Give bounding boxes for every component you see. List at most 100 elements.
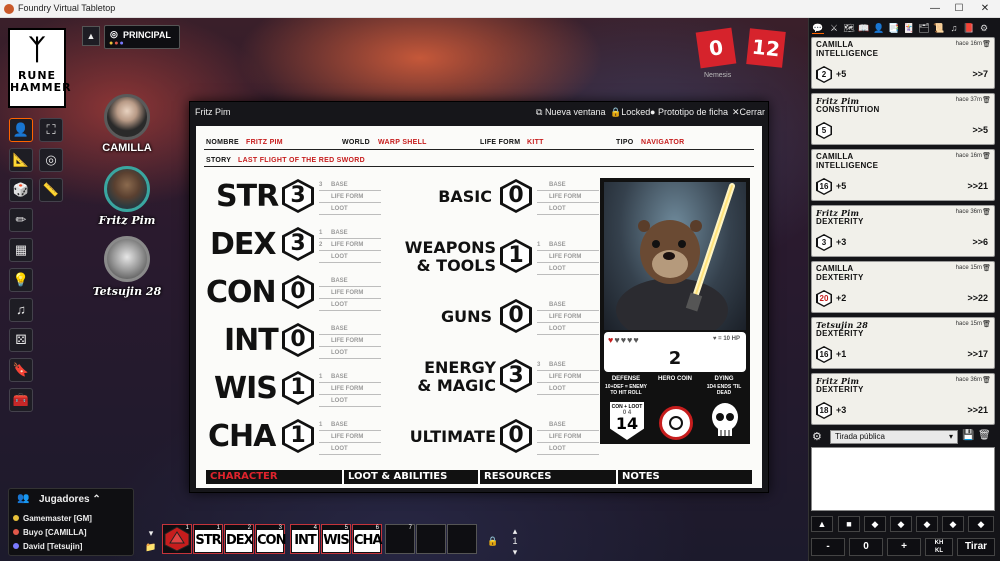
settings-tab-icon[interactable]: ⚙ [978,22,990,34]
d6-button[interactable]: ■ [838,516,860,532]
hotbar-page-down-icon[interactable]: ▾ [508,545,522,559]
basic-lifeform[interactable]: LIFE FORM [537,193,599,203]
tab-resources[interactable]: RESOURCES [478,470,616,484]
cha-loot[interactable]: LOOT [319,445,381,455]
basic-base[interactable]: BASE [537,181,599,191]
player-gamemaster[interactable]: Gamemaster [GM] [13,514,92,523]
counter-left[interactable]: 0 [695,27,737,69]
tab-loot-abilities[interactable]: LOOT & ABILITIES [342,470,478,484]
d10-button[interactable]: ◆ [890,516,912,532]
sounds-icon[interactable]: ♫ [9,298,33,322]
stat-value-wis[interactable]: 1 [282,371,314,405]
tipo-field[interactable]: NAVIGATOR [641,139,685,146]
stat-value-dex[interactable]: 3 [282,227,314,261]
guns-lifeform[interactable]: LIFE FORM [537,313,599,323]
stat-value-con[interactable]: 0 [282,275,314,309]
maximize-button[interactable]: ☐ [952,2,966,16]
player-buyo[interactable]: Buyo [CAMILLA] [13,528,87,537]
hp-value[interactable]: 2 [604,348,746,369]
dex-base[interactable]: 1 BASE [319,229,381,239]
items-tab-icon[interactable]: 📑 [888,22,900,34]
dex-lifeform[interactable]: 2 LIFE FORM [319,241,381,251]
chevron-up-icon[interactable]: ⌃ [92,494,100,505]
hotbar-slot-9[interactable] [416,524,446,554]
d20-button[interactable]: ◆ [942,516,964,532]
modifier-value[interactable]: 0 [849,538,883,556]
skill-value-basic[interactable]: 0 [500,179,532,213]
delete-message-icon[interactable]: 🗑 [982,320,991,328]
energy-base[interactable]: 3 BASE [537,361,599,371]
token-controls-icon[interactable]: 👤 [9,118,33,142]
guns-base[interactable]: BASE [537,301,599,311]
ruler-icon[interactable]: 📏 [39,178,63,202]
chat-message[interactable]: Tetsujin 28 hace 15m 🗑 DEXTERITY 16 +1 >… [811,317,995,369]
token-tetsujin-28[interactable] [104,236,150,282]
drawing-icon[interactable]: ✏ [9,208,33,232]
d12-button[interactable]: ◆ [916,516,938,532]
hotbar-collapse-icon[interactable]: ▾ [144,526,158,540]
wis-lifeform[interactable]: LIFE FORM [319,385,381,395]
delete-message-icon[interactable]: 🗑 [982,208,991,216]
int-lifeform[interactable]: LIFE FORM [319,337,381,347]
hotbar-slot-int[interactable]: 4 INT [290,524,320,554]
playlists-tab-icon[interactable]: 📜 [933,22,945,34]
delete-message-icon[interactable]: 🗑 [982,96,991,104]
token-fritz-pim[interactable] [104,166,150,212]
scene-nav-toggle[interactable]: ▲ [82,26,100,46]
energy-loot[interactable]: LOOT [537,385,599,395]
roll-dice-icon[interactable]: ⚙ [812,430,826,444]
str-base[interactable]: 3 BASE [319,181,381,191]
save-chat-icon[interactable]: 💾 [962,430,974,441]
skill-value-ultimate[interactable]: 0 [500,419,532,453]
int-base[interactable]: BASE [319,325,381,335]
weapons-base[interactable]: 1 BASE [537,241,599,251]
skull-icon[interactable] [710,402,740,440]
nombre-field[interactable]: FRITZ PIM [246,139,283,146]
measure-icon[interactable]: 📐 [9,148,33,172]
hotbar-folder-icon[interactable]: 📁 [144,540,158,554]
wis-loot[interactable]: LOOT [319,397,381,407]
compendium-tab-icon[interactable]: 📕 [963,22,975,34]
stat-value-str[interactable]: 3 [282,179,314,213]
player-david[interactable]: David [Tetsujin] [13,542,82,551]
combat-tab-icon[interactable]: ⚔ [828,22,840,34]
chat-message[interactable]: Fritz Pim hace 37m 🗑 CONSTITUTION 5 >>5 [811,93,995,145]
target-icon[interactable]: ◎ [39,148,63,172]
fullscreen-icon[interactable]: ⛶ [39,118,63,142]
hotbar-slot-8[interactable]: 7 [385,524,415,554]
lifeform-field[interactable]: KITT [527,139,544,146]
scene-tab-principal[interactable]: ◎ PRINCIPAL ●●● [104,25,180,49]
sheet-header[interactable]: Fritz Pim ⧉ Nueva ventana 🔒Locked ● Prot… [190,102,768,122]
int-loot[interactable]: LOOT [319,349,381,359]
close-window-button[interactable]: ✕ [978,2,992,16]
hero-coin-icon[interactable] [659,406,693,440]
roll-mode-select[interactable]: Tirada pública ▾ [830,430,958,444]
tiles-icon[interactable]: 🎲 [9,178,33,202]
token-camilla[interactable] [104,94,150,140]
hotbar-slot-cha[interactable]: 6 CHA [352,524,382,554]
basic-loot[interactable]: LOOT [537,205,599,215]
hotbar-slot-wis[interactable]: 5 WIS [321,524,351,554]
delete-message-icon[interactable]: 🗑 [982,40,991,48]
hotbar-slot-10[interactable] [447,524,477,554]
cha-lifeform[interactable]: LIFE FORM [319,433,381,443]
walls-icon[interactable]: ▦ [9,238,33,262]
ultimate-lifeform[interactable]: LIFE FORM [537,433,599,443]
dex-loot[interactable]: LOOT [319,253,381,263]
stat-value-cha[interactable]: 1 [282,419,314,453]
hp-box[interactable]: ♥♥♥♥♥ ♥ = 10 HP 2 [604,332,746,372]
tables-tab-icon[interactable]: 🗂 [918,22,930,34]
scenes-tab-icon[interactable]: 🗺 [843,22,855,34]
d4-button[interactable]: ▲ [811,516,833,532]
chat-message[interactable]: Fritz Pim hace 36m 🗑 DEXTERITY 18 +3 >>2… [811,373,995,425]
close-sheet-button[interactable]: ✕Cerrar [732,107,765,118]
skill-value-energy-magic[interactable]: 3 [500,359,532,393]
character-portrait[interactable] [604,182,746,330]
chat-message[interactable]: CAMILLA hace 16m 🗑 INTELLIGENCE 2 +5 >>7 [811,37,995,89]
energy-lifeform[interactable]: LIFE FORM [537,373,599,383]
defense-shield[interactable]: CON + LOOT 0 4 14 [610,402,644,440]
delete-message-icon[interactable]: 🗑 [982,152,991,160]
journal-tab-icon[interactable]: 📖 [858,22,870,34]
clear-chat-icon[interactable]: 🗑 [978,430,991,441]
con-loot[interactable]: LOOT [319,301,381,311]
